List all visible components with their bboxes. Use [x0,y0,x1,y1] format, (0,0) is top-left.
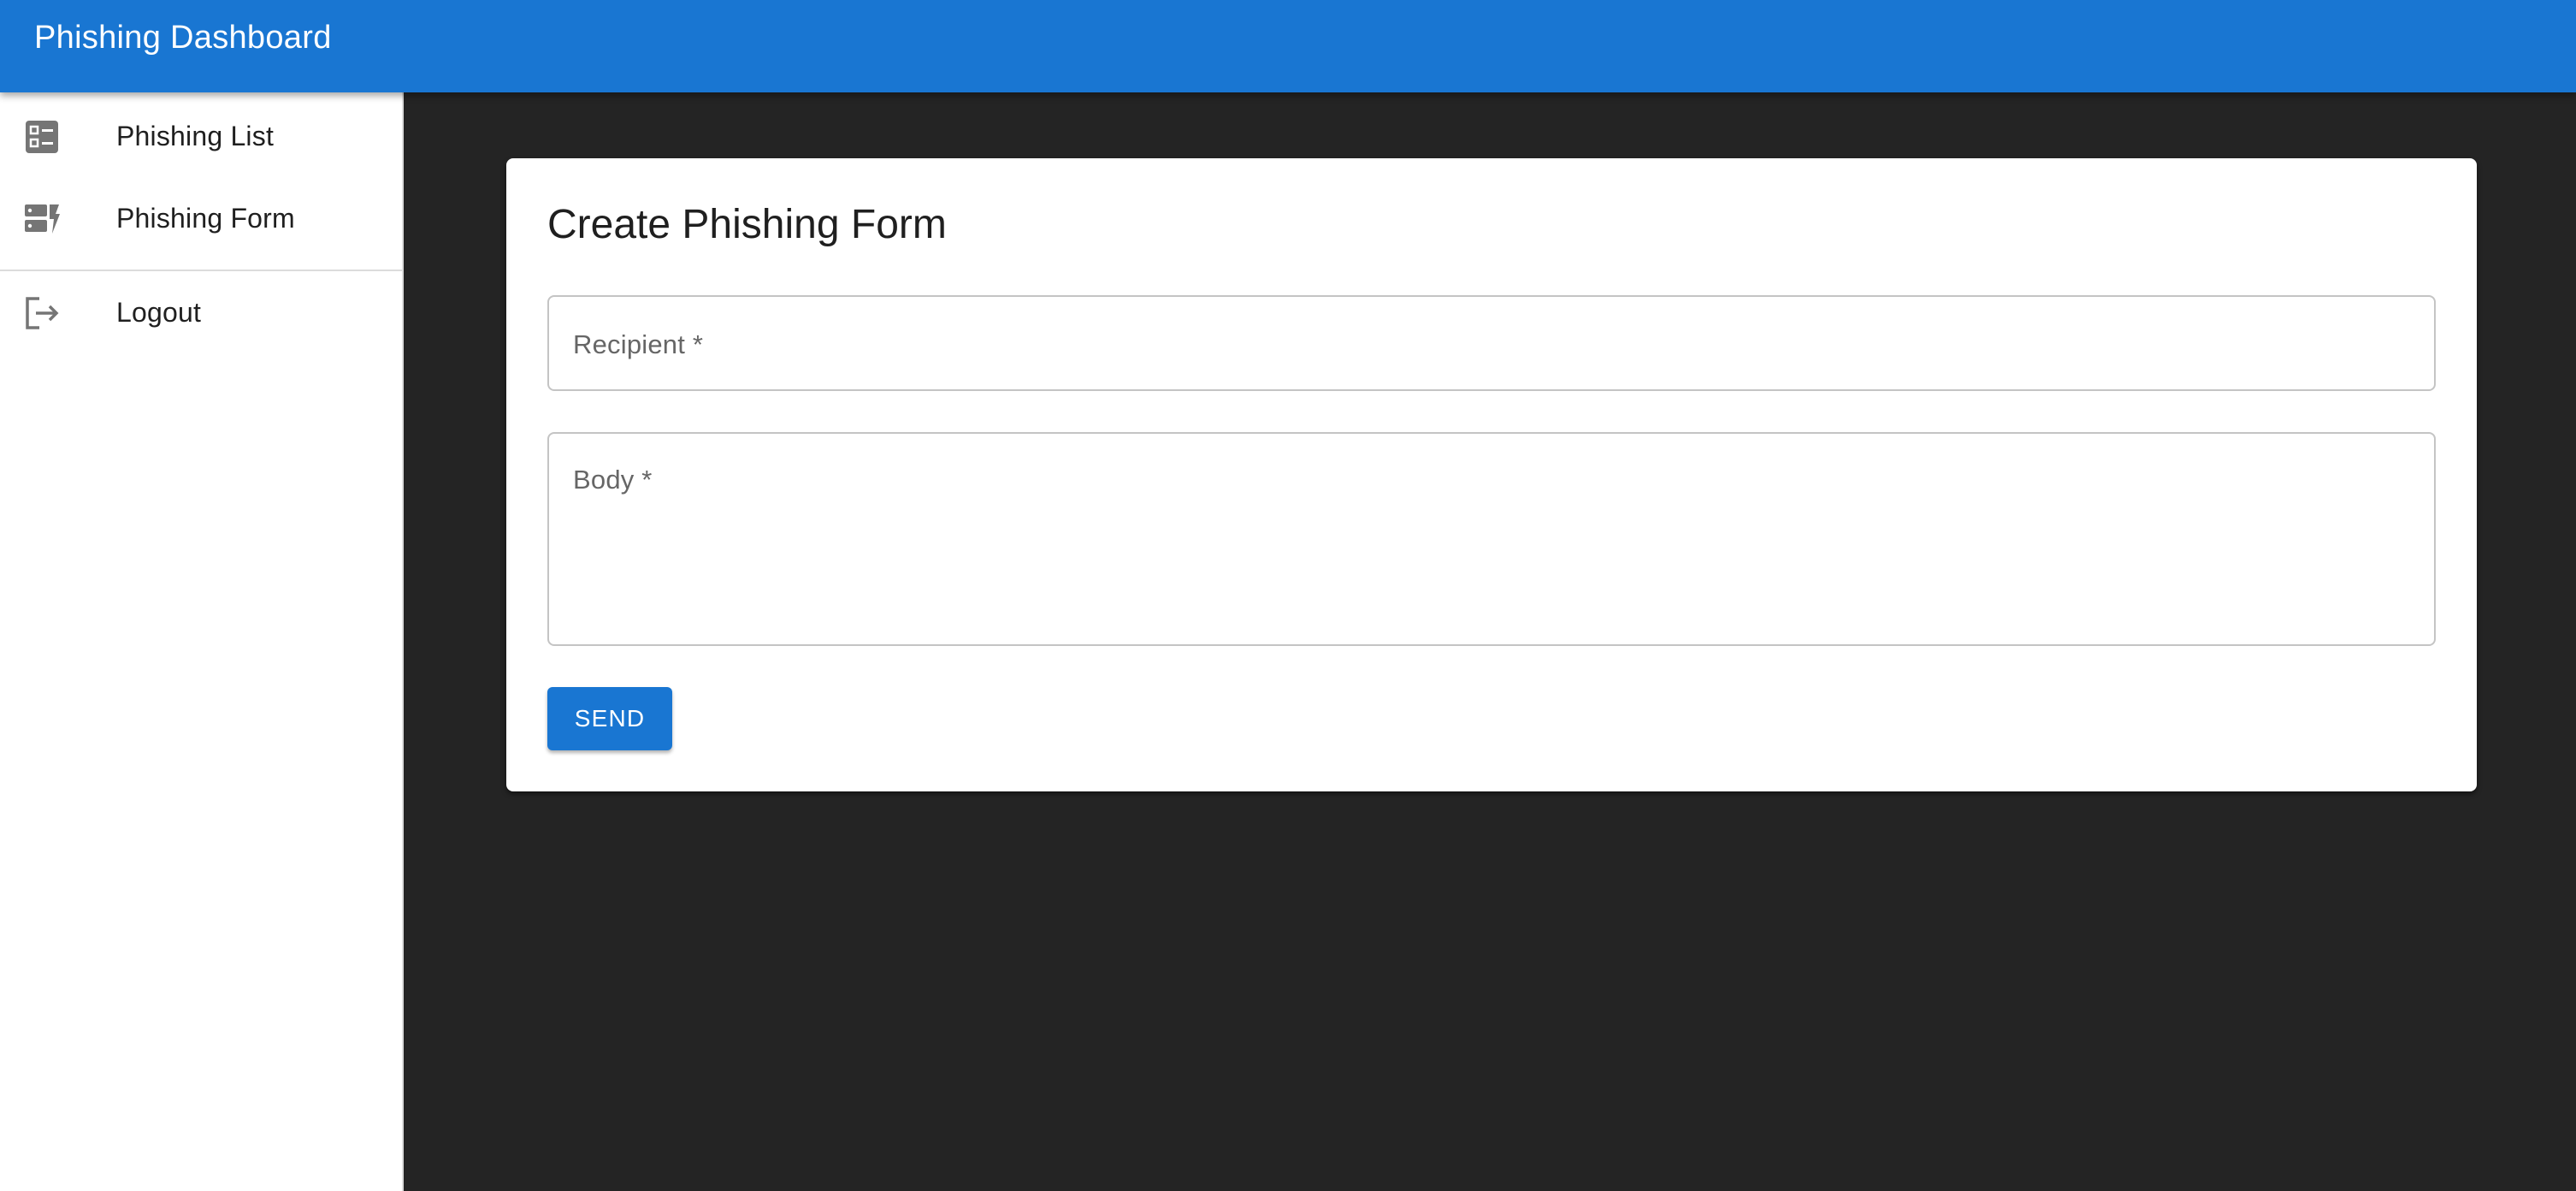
app-title: Phishing Dashboard [34,20,332,56]
main-content: Create Phishing Form Recipient * Body * … [405,92,2576,1191]
recipient-label: Recipient * [573,329,704,359]
logout-icon [24,295,60,331]
sidebar-item-label: Phishing Form [116,203,295,234]
list-icon [24,119,60,155]
body-label: Body * [573,465,653,495]
phishing-form-card: Create Phishing Form Recipient * Body * … [506,158,2477,791]
app-bar: Phishing Dashboard [0,0,2576,92]
body-field[interactable]: Body * [547,432,2436,646]
sidebar-item-label: Logout [116,297,202,328]
recipient-field[interactable]: Recipient * [547,295,2436,391]
sidebar-item-label: Phishing List [116,121,275,151]
sidebar: Phishing List Phishing Form Logout [0,92,404,1191]
send-button[interactable]: SEND [547,687,672,750]
dns-flash-icon [24,201,60,237]
form-title: Create Phishing Form [547,202,947,247]
sidebar-item-logout[interactable]: Logout [0,271,402,353]
sidebar-item-phishing-form[interactable]: Phishing Form [0,177,402,259]
sidebar-item-phishing-list[interactable]: Phishing List [0,95,402,177]
